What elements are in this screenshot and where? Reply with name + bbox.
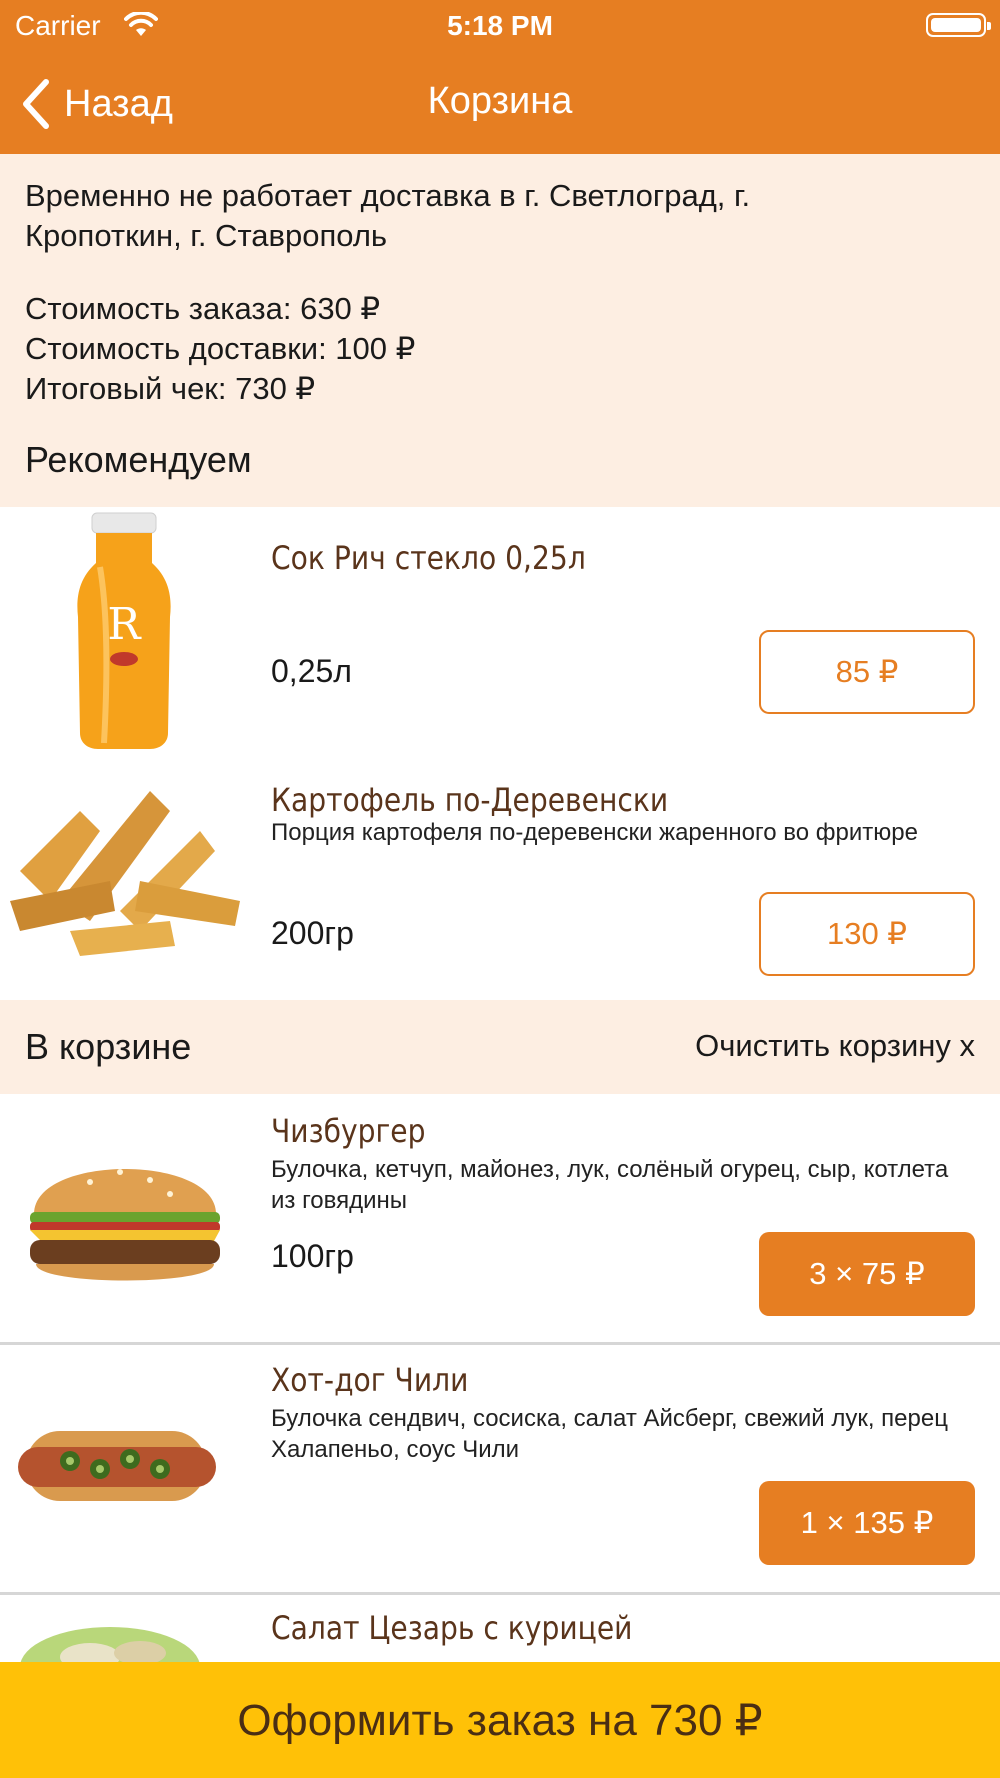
cart-section-header: В корзине Очистить корзину x xyxy=(0,1000,1000,1094)
caesar-salad-image xyxy=(20,1627,200,1662)
cart-item[interactable]: Салат Цезарь с курицей xyxy=(0,1595,1000,1662)
add-to-cart-button[interactable]: 85 ₽ xyxy=(759,630,975,714)
svg-text:R: R xyxy=(107,599,142,650)
cart-quantity-button[interactable]: 3 × 75 ₽ xyxy=(759,1232,975,1316)
product-name: Чизбургер xyxy=(271,1112,426,1150)
juice-bottle-image: R xyxy=(77,512,171,749)
cart-quantity-button[interactable]: 1 × 135 ₽ xyxy=(759,1481,975,1565)
clock: 5:18 PM xyxy=(447,10,553,41)
product-description: Булочка сендвич, сосиска, салат Айсберг,… xyxy=(271,1405,948,1463)
product-description: Булочка, кетчуп, майонез, лук, солёный о… xyxy=(271,1156,949,1214)
add-to-cart-button[interactable]: 130 ₽ xyxy=(759,892,975,976)
product-weight: 100гр xyxy=(271,1238,354,1274)
cart-title: В корзине xyxy=(25,1026,192,1067)
delivery-notice: Временно не работает доставка в г. Светл… xyxy=(25,178,751,253)
hotdog-image xyxy=(18,1431,216,1501)
product-name: Салат Цезарь с курицей xyxy=(271,1609,633,1647)
order-totals: Стоимость заказа: 630 ₽ Стоимость достав… xyxy=(25,289,415,409)
product-name: Сок Рич стекло 0,25л xyxy=(271,539,586,577)
battery-icon xyxy=(926,13,991,37)
cart-item[interactable]: Чизбургер Булочка, кетчуп, майонез, лук,… xyxy=(0,1094,1000,1342)
order-info: Временно не работает доставка в г. Светл… xyxy=(0,154,1000,507)
cheeseburger-image xyxy=(30,1169,220,1281)
page-title: Корзина xyxy=(427,80,573,122)
potato-wedges-image xyxy=(10,791,240,956)
product-name: Хот-дог Чили xyxy=(271,1361,469,1399)
status-bar: Carrier 5:18 PM xyxy=(0,0,1000,54)
product-name: Картофель по-Деревенски xyxy=(271,781,669,819)
checkout-button[interactable]: Оформить заказ на 730 ₽ xyxy=(0,1662,1000,1778)
product-weight: 200гр xyxy=(271,915,354,951)
product-card[interactable]: Картофель по-Деревенски Порция картофеля… xyxy=(0,751,1000,1000)
recommend-title: Рекомендуем xyxy=(25,439,252,480)
order-cost: Стоимость заказа: 630 ₽ xyxy=(25,291,381,326)
total-cost: Итоговый чек: 730 ₽ xyxy=(25,371,316,406)
cart-item[interactable]: Хот-дог Чили Булочка сендвич, сосиска, с… xyxy=(0,1345,1000,1592)
clear-cart-button[interactable]: Очистить корзину x xyxy=(695,1028,975,1064)
app-header: Carrier 5:18 PM Назад Корзина xyxy=(0,0,1000,154)
product-weight: 0,25л xyxy=(271,653,352,689)
product-description: Порция картофеля по-деревенски жаренного… xyxy=(271,819,918,846)
delivery-cost: Стоимость доставки: 100 ₽ xyxy=(25,331,416,366)
product-card[interactable]: R Сок Рич стекло 0,25л 0,25л 85 ₽ xyxy=(0,507,1000,751)
navigation-bar: Назад Корзина xyxy=(0,54,1000,154)
